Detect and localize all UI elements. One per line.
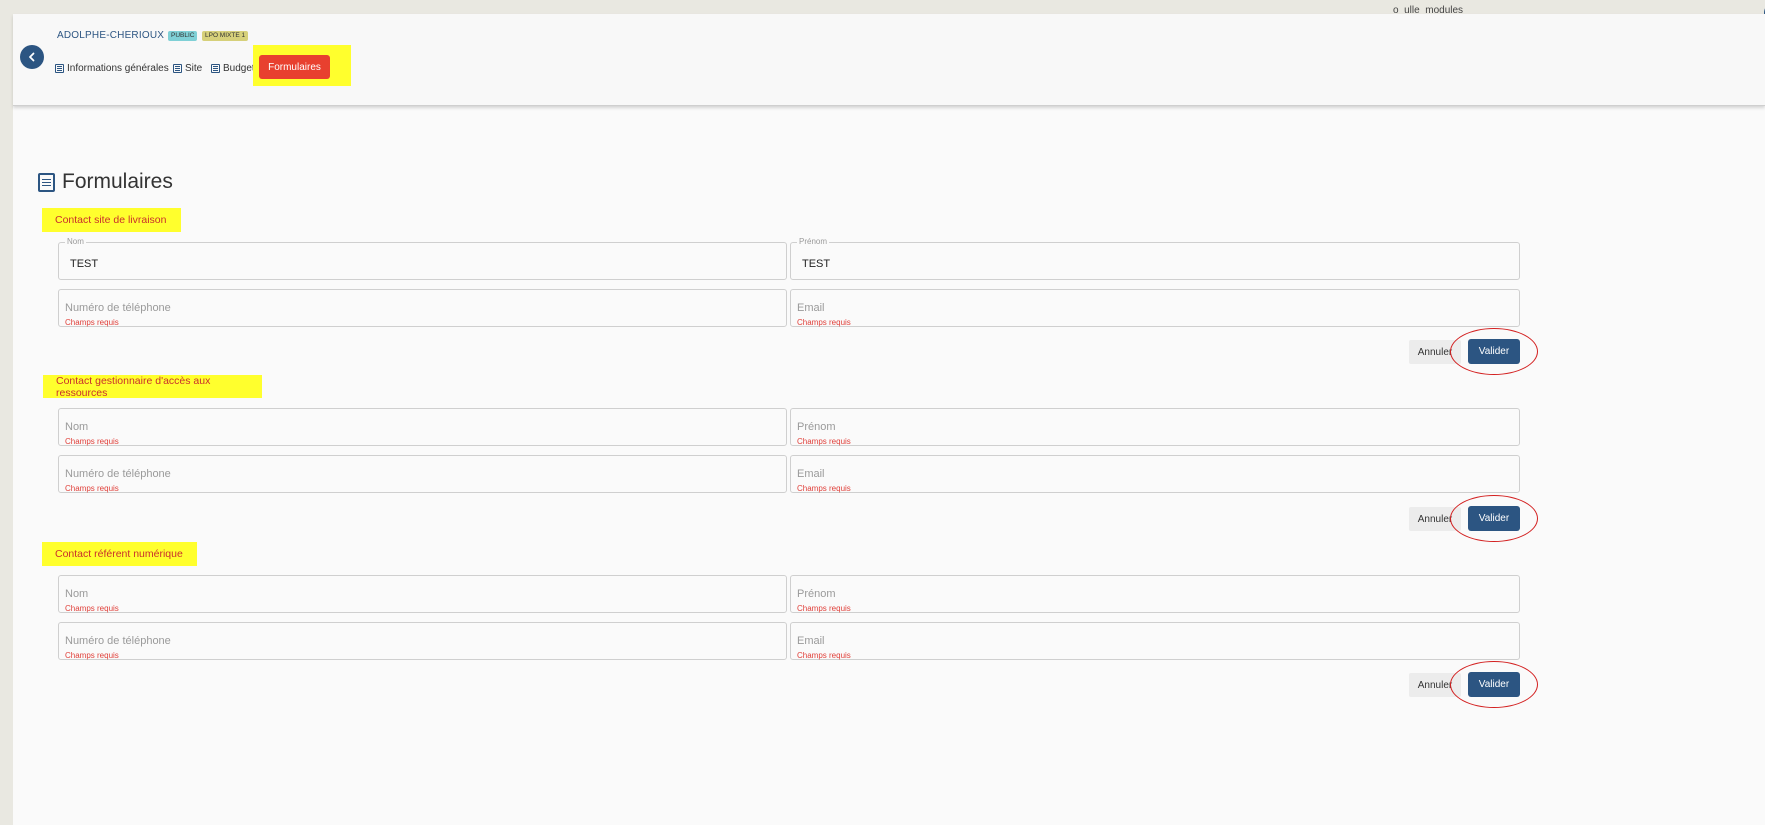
field-error: Champs requis <box>65 318 119 327</box>
field-error: Champs requis <box>797 604 851 613</box>
tab-budget[interactable]: Budget <box>211 61 255 75</box>
chevron-left-icon <box>29 52 35 62</box>
list-icon <box>211 63 220 73</box>
telephone-field[interactable]: Numéro de téléphone Champs requis <box>58 622 787 660</box>
page-title: Formulaires <box>38 170 173 194</box>
submit-button[interactable]: Valider <box>1468 339 1520 364</box>
field-error: Champs requis <box>65 484 119 493</box>
nom-field[interactable]: Nom TEST <box>58 237 787 280</box>
tab-site[interactable]: Site <box>173 61 202 75</box>
tab-informations-generales[interactable]: Informations générales <box>55 61 169 75</box>
tab-label: Site <box>185 62 203 74</box>
field-placeholder: Nom <box>65 421 89 433</box>
telephone-field[interactable]: Numéro de téléphone Champs requis <box>58 455 787 493</box>
field-placeholder: Numéro de téléphone <box>65 468 171 480</box>
field-label: Nom <box>65 237 86 246</box>
prenom-field[interactable]: Prénom TEST <box>790 237 1520 280</box>
establishment-header: ADOLPHE-CHERIOUX PUBLIC LPO MIXTE 1 Info… <box>13 14 1765 106</box>
field-error: Champs requis <box>65 437 119 446</box>
app-window: o_ulle_modules ADOLPHE-CHERIOUX PUBLIC L… <box>13 2 1765 825</box>
cancel-button[interactable]: Annuler <box>1409 340 1461 364</box>
section-title-referent: Contact référent numérique <box>42 542 197 566</box>
field-placeholder: Email <box>797 468 825 480</box>
nom-field[interactable]: Nom Champs requis <box>58 575 787 613</box>
cancel-button[interactable]: Annuler <box>1409 507 1461 531</box>
telephone-field[interactable]: Numéro de téléphone Champs requis <box>58 289 787 327</box>
status-badge-type: LPO MIXTE 1 <box>202 31 249 41</box>
school-name: ADOLPHE-CHERIOUX <box>57 30 165 41</box>
tab-formulaires[interactable]: Formulaires <box>259 55 330 79</box>
submit-button[interactable]: Valider <box>1468 672 1520 697</box>
email-field[interactable]: Email Champs requis <box>790 289 1520 327</box>
back-button[interactable] <box>20 45 44 69</box>
field-placeholder: Numéro de téléphone <box>65 635 171 647</box>
field-placeholder: Email <box>797 635 825 647</box>
field-label: Prénom <box>797 237 830 246</box>
submit-button[interactable]: Valider <box>1468 506 1520 531</box>
field-placeholder: Numéro de téléphone <box>65 302 171 314</box>
status-badge-public: PUBLIC <box>168 31 198 41</box>
field-error: Champs requis <box>797 484 851 493</box>
field-placeholder: Prénom <box>797 421 836 433</box>
section-title-gestionnaire: Contact gestionnaire d'accès aux ressour… <box>43 375 262 399</box>
tab-label: Formulaires <box>268 61 321 73</box>
tab-label: Informations générales <box>67 62 169 74</box>
field-error: Champs requis <box>797 318 851 327</box>
field-placeholder: Prénom <box>797 588 836 600</box>
field-error: Champs requis <box>797 437 851 446</box>
email-field[interactable]: Email Champs requis <box>790 622 1520 660</box>
list-icon <box>55 63 64 73</box>
email-field[interactable]: Email Champs requis <box>790 455 1520 493</box>
list-icon <box>173 63 182 73</box>
section-title-livraison: Contact site de livraison <box>42 208 181 232</box>
field-value: TEST <box>802 258 831 270</box>
field-placeholder: Email <box>797 302 825 314</box>
field-value: TEST <box>70 258 99 270</box>
nom-field[interactable]: Nom Champs requis <box>58 408 787 446</box>
prenom-field[interactable]: Prénom Champs requis <box>790 575 1520 613</box>
cancel-button[interactable]: Annuler <box>1409 673 1461 697</box>
field-error: Champs requis <box>65 651 119 660</box>
document-icon <box>38 172 55 192</box>
field-error: Champs requis <box>65 604 119 613</box>
tab-label: Budget <box>223 62 255 74</box>
page-title-text: Formulaires <box>62 170 173 193</box>
prenom-field[interactable]: Prénom Champs requis <box>790 408 1520 446</box>
field-error: Champs requis <box>797 651 851 660</box>
field-placeholder: Nom <box>65 588 89 600</box>
